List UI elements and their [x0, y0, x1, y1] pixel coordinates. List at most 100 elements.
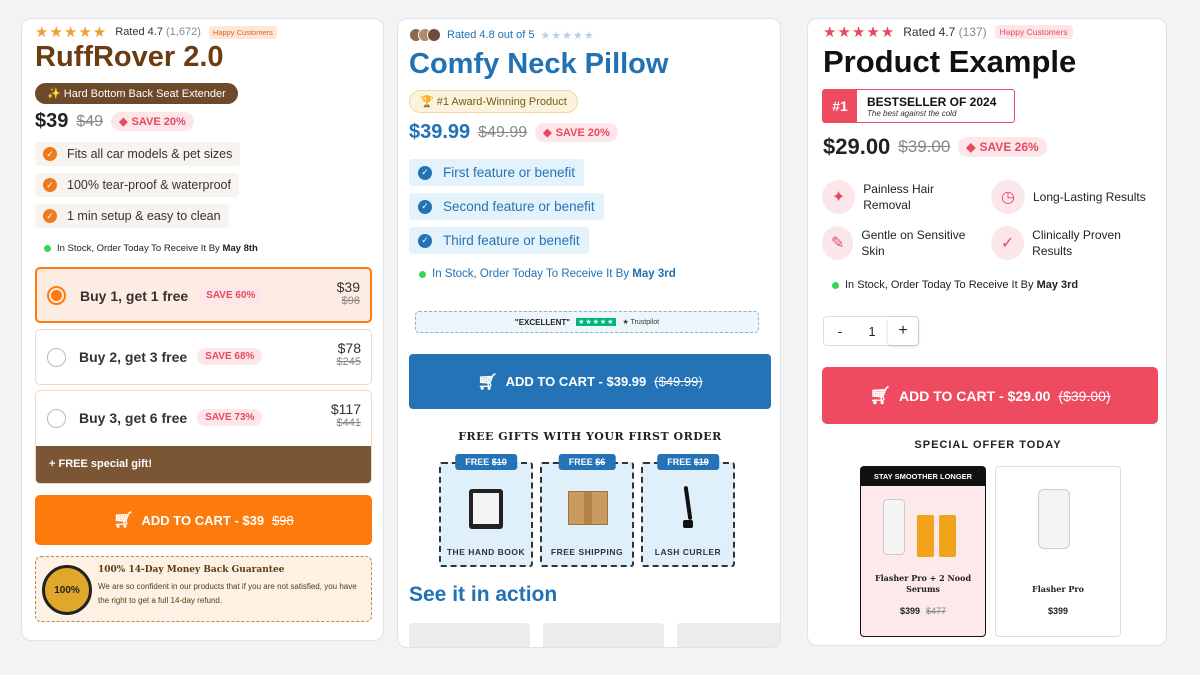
bundle-save: SAVE 73%	[197, 409, 263, 426]
tag-icon: ◆	[119, 116, 128, 128]
in-stock-dot-icon	[419, 270, 426, 278]
rating-stars: ★★★★★	[35, 24, 108, 41]
feature-item: ◷ Long-Lasting Results	[991, 180, 1161, 214]
old-price: $49	[76, 112, 104, 130]
offer-price: $399 $477	[899, 606, 947, 616]
device-image	[883, 499, 905, 555]
customer-avatars	[409, 28, 441, 42]
offer-heading: SPECIAL OFFER TODAY	[914, 439, 1062, 451]
rank-number: #1	[823, 90, 857, 122]
gift-lash-curler: FREE $19 LASH CURLER	[641, 454, 735, 567]
award-badge: 🏆 #1 Award-Winning Product	[409, 90, 578, 113]
check-icon: ✓	[43, 147, 57, 161]
check-icon: ✓	[418, 199, 432, 214]
feature-list: ✓ Fits all car models & pet sizes ✓ 100% t…	[35, 142, 241, 228]
feature-item: ✓ Clinically Proven Results	[991, 226, 1161, 260]
guarantee-seal-icon: 100%	[42, 565, 92, 615]
gift-tag: FREE $10	[455, 454, 517, 470]
quantity-decrease-button[interactable]: -	[824, 323, 856, 339]
feature-item: ✓ 100% tear-proof & waterproof	[35, 173, 239, 197]
bundle-price: $78 $245	[336, 340, 361, 368]
check-icon: ✓	[418, 165, 432, 180]
offer-bundle[interactable]: STAY SMOOTHER LONGER Flasher Pro + 2 Noo…	[860, 466, 986, 637]
add-to-cart-button[interactable]: 🛒︎ ADD TO CART - $39.99 ($49.99)	[409, 354, 771, 409]
video-thumbnail[interactable]	[543, 623, 664, 647]
gift-tag: FREE $6	[558, 454, 616, 470]
video-thumbnail[interactable]	[409, 623, 530, 647]
feature-item: ✓ First feature or benefit	[409, 159, 585, 186]
rating-stars: ★★★★★	[540, 29, 595, 42]
bundle-label: Buy 3, get 6 free	[79, 409, 188, 426]
device-image	[1038, 489, 1070, 549]
bundle-save: SAVE 68%	[197, 348, 263, 365]
in-stock-dot-icon	[832, 281, 839, 289]
bundle-price: $117 $441	[330, 401, 361, 429]
clock-icon: ◷	[991, 180, 1025, 214]
tag-icon: ◆	[966, 140, 976, 154]
box-icon	[568, 491, 608, 525]
product-title: Comfy Neck Pillow	[409, 48, 669, 80]
bundle-option-1[interactable]: Buy 1, get 1 free SAVE 60% $39 $98	[35, 267, 372, 323]
offer-single[interactable]: Flasher Pro $399	[995, 466, 1121, 637]
save-badge: ◆ SAVE 20%	[535, 123, 618, 142]
gift-handbook: FREE $10 THE HAND BOOK	[439, 454, 533, 567]
gift-tag: FREE $19	[657, 454, 719, 470]
price-row: $39 $49 ◆ SAVE 20%	[35, 110, 194, 133]
guarantee-title: 100% 14-Day Money Back Guarantee	[98, 565, 285, 575]
neck-pillow-product-card: Rated 4.8 out of 5 ★★★★★ Comfy Neck Pill…	[397, 18, 781, 648]
radio-unselected[interactable]	[47, 348, 66, 367]
price-row: $29.00 $39.00 ◆ SAVE 26%	[823, 134, 1047, 160]
save-badge: ◆ SAVE 26%	[958, 137, 1047, 157]
gift-name: THE HAND BOOK	[446, 547, 526, 557]
rating-stars: ★★★★★	[823, 24, 896, 41]
serum-image	[939, 515, 956, 557]
rating-row: ★★★★★ Rated 4.7 (137) Happy Customers	[823, 23, 1073, 41]
money-back-guarantee: 100% 100% 14-Day Money Back Guarantee We…	[35, 556, 372, 622]
bestseller-title: BESTSELLER OF 2024	[867, 94, 997, 109]
happy-customers-badge: Happy Customers	[994, 25, 1073, 39]
rating-row: ★★★★★ Rated 4.7 (1,672) Happy Customers	[35, 23, 277, 41]
product-title: Product Example	[823, 44, 1077, 79]
check-icon: ✓	[43, 178, 57, 192]
video-thumbnail[interactable]	[677, 623, 780, 647]
rating-text: Rated 4.7 (1,672)	[115, 26, 201, 38]
feature-item: ✎ Gentle on Sensitive Skin	[822, 226, 982, 260]
rating-row: Rated 4.8 out of 5 ★★★★★	[409, 28, 595, 42]
avatar	[427, 28, 441, 42]
stock-status: In Stock, Order Today To Receive It By M…	[419, 268, 676, 280]
subtitle-badge: ✨ Hard Bottom Back Seat Extender	[35, 83, 238, 104]
bestseller-sub: The best against the cold	[867, 108, 957, 118]
trustpilot-stars: ★★★★★	[576, 318, 617, 326]
gift-name: FREE SHIPPING	[550, 547, 624, 557]
bundle-label: Buy 1, get 1 free	[80, 287, 189, 304]
price-row: $39.99 $49.99 ◆ SAVE 20%	[409, 121, 618, 144]
gift-name: LASH CURLER	[654, 547, 722, 557]
quantity-value[interactable]: 1	[856, 324, 888, 339]
quantity-increase-button[interactable]: +	[888, 317, 918, 345]
trust-label: "EXCELLENT"	[514, 317, 571, 327]
happy-customers-badge: Happy Customers	[208, 25, 277, 39]
offer-name: Flasher Pro + 2 Nood Serums	[874, 573, 972, 594]
trustpilot-logo: ★ Trustpilot	[622, 319, 660, 326]
bundle-option-2[interactable]: Buy 2, get 3 free SAVE 68% $78 $245	[35, 329, 372, 385]
radio-unselected[interactable]	[47, 409, 66, 428]
feature-item: ✓ Third feature or benefit	[409, 227, 589, 254]
cart-icon: 🛒︎	[113, 512, 134, 529]
feature-item: ✓ 1 min setup & easy to clean	[35, 204, 229, 228]
rating-text: Rated 4.7 (137)	[903, 25, 987, 39]
section-title: See it in action	[409, 583, 558, 606]
add-to-cart-button[interactable]: 🛒︎ ADD TO CART - $39 $98	[35, 495, 372, 545]
add-to-cart-button[interactable]: 🛒︎ ADD TO CART - $29.00 ($39.00)	[822, 367, 1158, 424]
in-stock-dot-icon	[44, 245, 51, 252]
gift-shipping: FREE $6 FREE SHIPPING	[540, 454, 634, 567]
bundle-price: $39 $98	[336, 279, 360, 307]
badge-check-icon: ✓	[991, 226, 1025, 260]
bundle-option-3[interactable]: Buy 3, get 6 free SAVE 73% $117 $441 + FRE…	[35, 390, 372, 484]
ruffrover-product-card: ★★★★★ Rated 4.7 (1,672) Happy Customers …	[21, 18, 384, 641]
bundle-label: Buy 2, get 3 free	[79, 348, 188, 365]
quantity-stepper: - 1 +	[823, 316, 919, 346]
offer-price: $399	[1047, 606, 1069, 616]
radio-selected[interactable]	[47, 286, 66, 305]
offer-name: Flasher Pro	[1032, 584, 1084, 594]
cart-icon: 🛒︎	[477, 373, 498, 391]
